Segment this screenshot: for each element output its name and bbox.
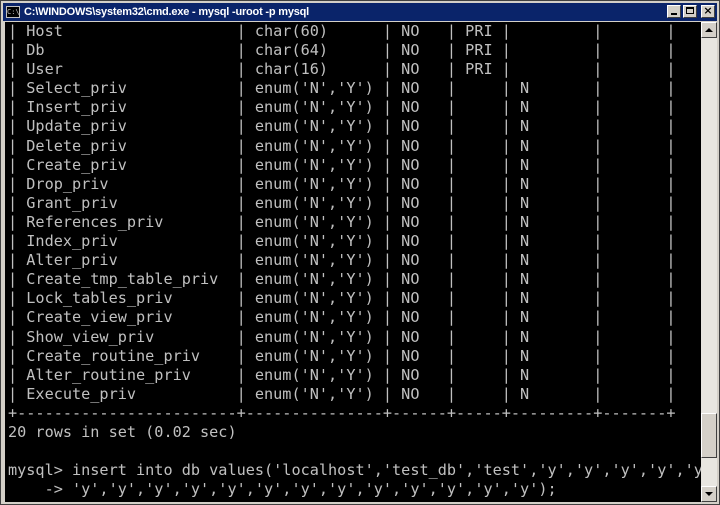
title-bar[interactable]: C:\ C:\WINDOWS\system32\cmd.exe - mysql … — [3, 3, 717, 21]
terminal-line: | Lock_tables_priv | enum('N','Y') | NO … — [8, 289, 676, 308]
terminal-text: | Host | char(60) | NO | PRI | | | | Db |… — [8, 22, 701, 499]
arrow-down-icon — [705, 492, 713, 496]
terminal-line: | Show_view_priv | enum('N','Y') | NO | … — [8, 327, 676, 346]
vertical-scrollbar[interactable] — [701, 22, 717, 502]
console-output[interactable]: | Host | char(60) | NO | PRI | | | | Db |… — [5, 22, 701, 502]
terminal-line: -> 'y','y','y','y','y','y','y','y','y','… — [8, 480, 557, 499]
terminal-line: mysql> insert into db values('localhost'… — [8, 461, 701, 480]
terminal-line: | Create_priv | enum('N','Y') | NO | | N… — [8, 155, 676, 174]
terminal-line: | Grant_priv | enum('N','Y') | NO | | N … — [8, 193, 676, 212]
window-controls: × — [667, 4, 715, 18]
arrow-up-icon — [705, 28, 713, 32]
minimize-icon — [671, 13, 677, 15]
terminal-line: | User | char(16) | NO | PRI | | | — [8, 60, 676, 79]
terminal-line: +------------------------+--------------… — [8, 403, 676, 422]
maximize-button[interactable] — [683, 5, 697, 18]
cmd-icon[interactable]: C:\ — [6, 6, 20, 18]
terminal-line: | Create_routine_priv | enum('N','Y') | … — [8, 346, 676, 365]
close-icon: × — [703, 4, 713, 17]
terminal-line: | Execute_priv | enum('N','Y') | NO | | … — [8, 384, 676, 403]
terminal-line: | Update_priv | enum('N','Y') | NO | | N… — [8, 117, 676, 136]
terminal-line: | Db | char(64) | NO | PRI | | | — [8, 41, 676, 60]
maximize-icon — [686, 7, 694, 14]
minimize-button[interactable] — [667, 5, 681, 18]
terminal-line: | References_priv | enum('N','Y') | NO |… — [8, 212, 676, 231]
window-title: C:\WINDOWS\system32\cmd.exe - mysql -uro… — [24, 6, 310, 18]
terminal-line: | Delete_priv | enum('N','Y') | NO | | N… — [8, 136, 676, 155]
terminal-line: | Select_priv | enum('N','Y') | NO | | N… — [8, 79, 676, 98]
terminal-line: | Alter_routine_priv | enum('N','Y') | N… — [8, 365, 676, 384]
scroll-up-button[interactable] — [701, 22, 717, 38]
terminal-line: | Index_priv | enum('N','Y') | NO | | N … — [8, 232, 676, 251]
terminal-line: | Host | char(60) | NO | PRI | | | — [8, 22, 676, 40]
terminal-line: | Insert_priv | enum('N','Y') | NO | | N… — [8, 98, 676, 117]
scrollbar-thumb[interactable] — [701, 413, 717, 458]
terminal-line: | Drop_priv | enum('N','Y') | NO | | N |… — [8, 174, 676, 193]
cmd-window: C:\ C:\WINDOWS\system32\cmd.exe - mysql … — [0, 0, 720, 505]
terminal-line: | Create_view_priv | enum('N','Y') | NO … — [8, 308, 676, 327]
terminal-line: | Create_tmp_table_priv | enum('N','Y') … — [8, 270, 676, 289]
terminal-line: | Alter_priv | enum('N','Y') | NO | | N … — [8, 251, 676, 270]
terminal-line: 20 rows in set (0.02 sec) — [8, 422, 237, 441]
scroll-down-button[interactable] — [701, 486, 717, 502]
close-button[interactable]: × — [701, 4, 715, 18]
